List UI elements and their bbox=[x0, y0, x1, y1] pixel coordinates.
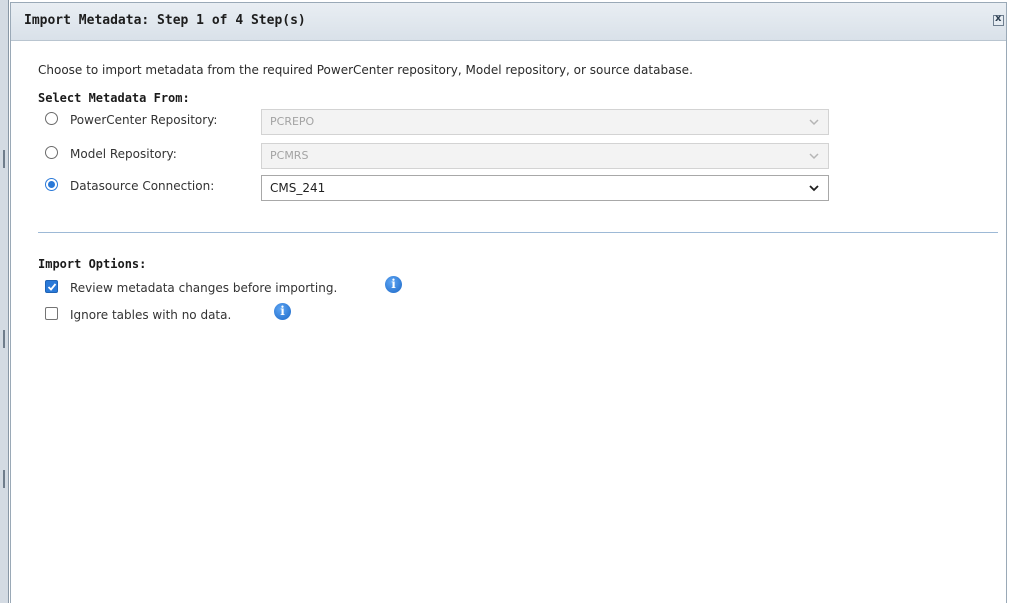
metadata-source-option-model: Model Repository: PCMRS bbox=[45, 143, 845, 169]
model-repository-radio[interactable] bbox=[45, 146, 58, 159]
powercenter-radio-label: PowerCenter Repository: bbox=[70, 113, 218, 127]
metadata-source-option-datasource: Datasource Connection: CMS_241 bbox=[45, 175, 845, 201]
metadata-source-option-powercenter: PowerCenter Repository: PCREPO bbox=[45, 109, 845, 135]
edge-marker bbox=[3, 330, 5, 348]
section-divider bbox=[38, 232, 998, 233]
info-icon-glyph: i bbox=[280, 304, 285, 318]
ignore-empty-tables-label: Ignore tables with no data. bbox=[70, 308, 232, 322]
close-button[interactable]: x bbox=[993, 13, 1004, 26]
powercenter-repository-select[interactable]: PCREPO bbox=[261, 109, 829, 135]
ignore-empty-tables-option: Ignore tables with no data. i bbox=[45, 303, 545, 326]
close-icon: x bbox=[995, 13, 1002, 24]
powercenter-repository-value: PCREPO bbox=[270, 115, 315, 128]
background-window-edge bbox=[0, 0, 9, 603]
info-icon[interactable]: i bbox=[274, 303, 291, 320]
datasource-connection-radio[interactable] bbox=[45, 178, 58, 191]
info-icon-glyph: i bbox=[391, 277, 396, 291]
review-changes-label: Review metadata changes before importing… bbox=[70, 281, 338, 295]
select-metadata-heading: Select Metadata From: bbox=[38, 91, 190, 105]
checkmark-icon bbox=[47, 283, 57, 291]
import-options-heading: Import Options: bbox=[38, 257, 147, 271]
model-repository-value: PCMRS bbox=[270, 149, 309, 162]
powercenter-radio[interactable] bbox=[45, 112, 58, 125]
model-repository-radio-label: Model Repository: bbox=[70, 147, 177, 161]
chevron-down-icon bbox=[809, 119, 819, 126]
chevron-down-icon bbox=[809, 153, 819, 160]
review-changes-option: Review metadata changes before importing… bbox=[45, 276, 545, 299]
datasource-connection-radio-label: Datasource Connection: bbox=[70, 179, 215, 193]
model-repository-select[interactable]: PCMRS bbox=[261, 143, 829, 169]
chevron-down-icon bbox=[809, 185, 819, 192]
edge-marker bbox=[3, 470, 5, 488]
import-metadata-dialog: Import Metadata: Step 1 of 4 Step(s) x C… bbox=[10, 2, 1007, 603]
datasource-connection-value: CMS_241 bbox=[270, 181, 326, 195]
review-changes-checkbox[interactable] bbox=[45, 280, 58, 293]
dialog-title: Import Metadata: Step 1 of 4 Step(s) bbox=[24, 13, 306, 28]
intro-text: Choose to import metadata from the requi… bbox=[38, 63, 693, 77]
datasource-connection-select[interactable]: CMS_241 bbox=[261, 175, 829, 201]
info-icon[interactable]: i bbox=[385, 276, 402, 293]
ignore-empty-tables-checkbox[interactable] bbox=[45, 307, 58, 320]
dialog-title-bar: Import Metadata: Step 1 of 4 Step(s) x bbox=[11, 3, 1006, 41]
edge-marker bbox=[3, 150, 5, 168]
